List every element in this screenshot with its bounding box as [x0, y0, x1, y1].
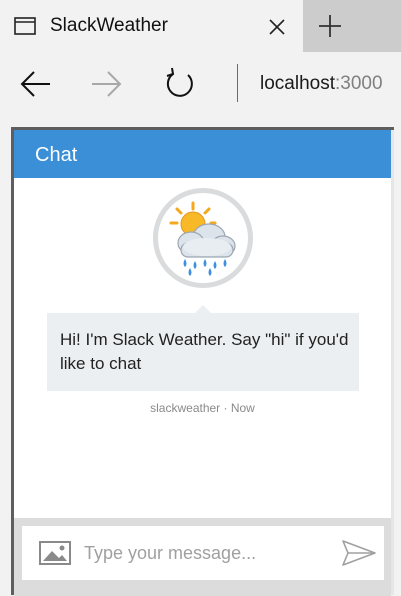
new-tab-button[interactable]	[303, 0, 401, 52]
close-tab-icon[interactable]	[262, 12, 292, 42]
chat-title: Chat	[35, 144, 78, 166]
address-port: :3000	[335, 73, 383, 94]
plus-icon	[319, 15, 341, 37]
chat-panel: Chat Hi! I'm Slack Weather. Say "hi" if …	[14, 130, 391, 596]
tab-title: SlackWeather	[50, 15, 168, 36]
message-text: Hi! I'm Slack Weather. Say "hi" if you'd…	[60, 330, 349, 373]
chat-header: Chat	[14, 130, 391, 178]
tab-strip: SlackWeather	[0, 0, 401, 52]
toolbar-divider	[237, 64, 238, 102]
message-timestamp: slackweather · Now	[150, 401, 255, 415]
address-bar[interactable]: localhost:3000	[260, 73, 383, 95]
message-composer	[22, 526, 384, 580]
back-arrow-icon[interactable]	[16, 66, 56, 102]
navigation-bar: localhost:3000	[0, 52, 401, 116]
bubble-tail	[195, 305, 211, 313]
image-upload-icon[interactable]	[38, 538, 72, 568]
forward-arrow-icon[interactable]	[86, 66, 126, 102]
bot-avatar	[153, 188, 253, 288]
send-icon[interactable]	[340, 537, 378, 569]
address-host: localhost	[260, 73, 335, 94]
message-input[interactable]	[84, 538, 324, 568]
tab-page-icon	[14, 17, 36, 35]
weather-rain-cloud-sun-icon	[169, 201, 236, 276]
refresh-icon[interactable]	[160, 66, 200, 102]
browser-tab[interactable]: SlackWeather	[0, 0, 303, 52]
message-bubble: Hi! I'm Slack Weather. Say "hi" if you'd…	[47, 313, 359, 391]
